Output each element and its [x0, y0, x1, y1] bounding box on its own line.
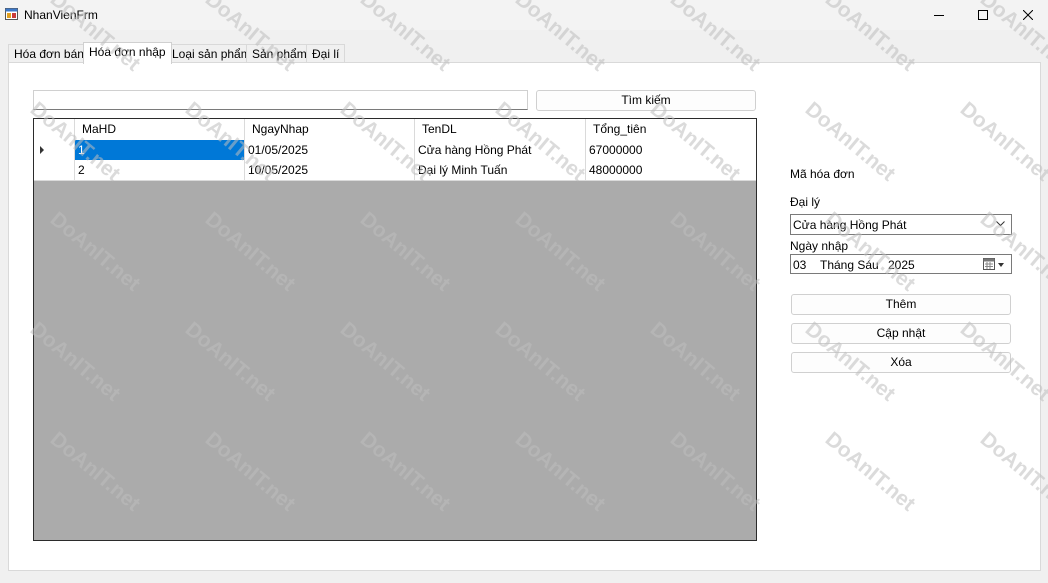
- column-header[interactable]: TenDL: [415, 119, 586, 140]
- column-header[interactable]: NgayNhap: [245, 119, 415, 140]
- date-month[interactable]: Tháng Sáu: [820, 258, 879, 272]
- date-day[interactable]: 03: [793, 258, 806, 272]
- grid-cell[interactable]: 48000000: [586, 160, 756, 180]
- grid-cell[interactable]: Cửa hàng Hồng Phát: [415, 140, 586, 160]
- grid-cell[interactable]: 67000000: [586, 140, 756, 160]
- maximize-button[interactable]: [960, 0, 1006, 30]
- dai-ly-label: Đại lý: [790, 195, 821, 209]
- search-input[interactable]: [33, 90, 528, 110]
- update-button[interactable]: Cập nhật: [791, 323, 1011, 344]
- grid-cell[interactable]: Đại lý Minh Tuấn: [415, 160, 586, 180]
- close-button[interactable]: [1005, 0, 1048, 30]
- column-header[interactable]: MaHD: [75, 119, 245, 140]
- app-icon: [5, 8, 18, 20]
- grid-cell[interactable]: 2: [75, 160, 245, 180]
- current-row-icon: [40, 146, 44, 154]
- window-title: NhanVienFrm: [24, 8, 98, 22]
- tab-dai-li[interactable]: Đại lí: [306, 44, 346, 63]
- grid-corner: [34, 119, 75, 140]
- ma-hoa-don-label: Mã hóa đơn: [790, 167, 855, 181]
- title-bar: NhanVienFrm: [0, 0, 1048, 30]
- grid-cell[interactable]: 1: [75, 140, 245, 160]
- minimize-icon: [934, 15, 944, 16]
- grid-cell[interactable]: 10/05/2025: [245, 160, 415, 180]
- calendar-dropdown-icon[interactable]: [983, 258, 1007, 271]
- ngay-nhap-label: Ngày nhập: [790, 239, 849, 253]
- table-row[interactable]: 2 10/05/2025 Đại lý Minh Tuấn 48000000: [34, 160, 756, 181]
- search-button[interactable]: Tìm kiếm: [536, 90, 756, 111]
- row-header[interactable]: [34, 160, 75, 180]
- add-button[interactable]: Thêm: [791, 294, 1011, 315]
- data-grid[interactable]: MaHD NgayNhap TenDL Tổng_tiên 1 01/05/20…: [33, 118, 757, 541]
- date-year[interactable]: 2025: [888, 258, 915, 272]
- chevron-down-icon: [996, 221, 1005, 227]
- tab-san-pham[interactable]: Sản phẩm: [246, 44, 313, 63]
- tab-hoa-don-nhap[interactable]: Hóa đơn nhập: [83, 42, 172, 64]
- table-row[interactable]: 1 01/05/2025 Cửa hàng Hồng Phát 67000000: [34, 140, 756, 161]
- column-header[interactable]: Tổng_tiên: [586, 119, 756, 140]
- row-header[interactable]: [34, 140, 75, 160]
- dai-ly-dropdown[interactable]: Cửa hàng Hồng Phát: [790, 214, 1012, 235]
- minimize-button[interactable]: [916, 0, 962, 30]
- tab-hoa-don-ban[interactable]: Hóa đơn bán: [8, 44, 90, 63]
- close-icon: [1023, 10, 1033, 20]
- tab-loai-san-pham[interactable]: Loại sản phẩm: [166, 44, 257, 63]
- maximize-icon: [978, 10, 988, 20]
- grid-cell[interactable]: 01/05/2025: [245, 140, 415, 160]
- ngay-nhap-date-picker[interactable]: 03 Tháng Sáu 2025: [790, 254, 1012, 274]
- dai-ly-selected-value: Cửa hàng Hồng Phát: [793, 218, 907, 232]
- grid-header: MaHD NgayNhap TenDL Tổng_tiên: [34, 119, 756, 141]
- delete-button[interactable]: Xóa: [791, 352, 1011, 373]
